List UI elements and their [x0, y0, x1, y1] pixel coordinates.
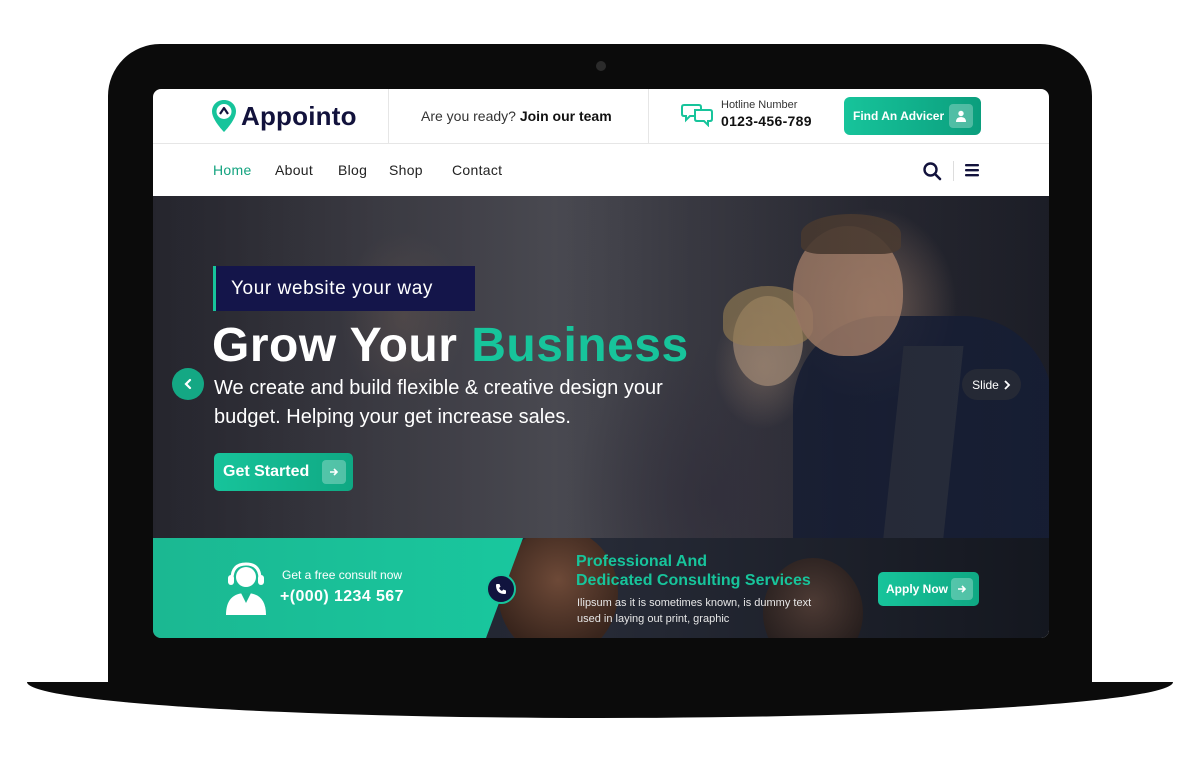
slider-next-button[interactable]: Slide: [962, 369, 1021, 400]
top-header: Appointo Are you ready? Join our team Ho…: [153, 89, 1049, 144]
header-divider: [648, 89, 649, 144]
consult-title-line1: Professional And: [576, 553, 707, 570]
laptop-base: [27, 682, 1173, 718]
get-started-label: Get Started: [223, 463, 310, 480]
find-advicer-button[interactable]: Find An Advicer: [844, 97, 981, 135]
join-prefix: Are you ready?: [421, 108, 516, 124]
nav-contact[interactable]: Contact: [452, 162, 502, 178]
slider-prev-button[interactable]: [172, 368, 204, 400]
phone-icon: [496, 584, 506, 594]
site-logo[interactable]: Appointo: [211, 99, 357, 133]
webcam: [596, 61, 606, 71]
consult-phone[interactable]: +(000) 1234 567: [280, 588, 404, 606]
join-team-link[interactable]: Join our team: [520, 108, 612, 124]
hero-tagline: Your website your way: [213, 266, 475, 311]
nav-about[interactable]: About: [275, 162, 313, 178]
header-divider: [388, 89, 389, 144]
nav-blog[interactable]: Blog: [338, 162, 367, 178]
chevron-right-icon: [1004, 379, 1011, 390]
logo-text: Appointo: [241, 100, 357, 131]
chevron-left-icon: [184, 378, 192, 390]
consult-title-line2: Dedicated Consulting Services: [576, 572, 811, 589]
hero-title: Grow Your Business: [212, 318, 689, 373]
nav-shop[interactable]: Shop: [389, 162, 423, 178]
hotline-block: Hotline Number 0123-456-789: [681, 99, 812, 129]
nav-separator: [953, 161, 954, 181]
chat-bubbles-icon: [681, 104, 713, 127]
hero-subtitle: We create and build flexible & creative …: [214, 377, 663, 428]
slide-label: Slide: [972, 377, 999, 392]
hero-slider: Your website your way Grow Your Business…: [153, 196, 1049, 538]
apply-now-label: Apply Now: [886, 582, 948, 596]
consult-title: Professional And Dedicated Consulting Se…: [576, 552, 811, 590]
consult-description: Ilipsum as it is sometimes known, is dum…: [577, 597, 812, 625]
nav-home[interactable]: Home: [213, 162, 252, 178]
hamburger-menu-icon[interactable]: [964, 162, 980, 178]
apply-now-button[interactable]: Apply Now: [878, 572, 979, 606]
support-agent-icon: [226, 562, 266, 615]
user-icon: [949, 104, 973, 128]
arrow-right-icon: [322, 460, 346, 484]
hotline-label: Hotline Number: [721, 99, 798, 111]
hero-title-main: Grow Your: [212, 319, 458, 372]
map-pin-logo-icon: [212, 100, 236, 132]
hero-title-accent: Business: [471, 319, 689, 372]
find-advicer-label: Find An Advicer: [853, 109, 945, 123]
join-team-text: Are you ready? Join our team: [421, 108, 612, 124]
search-icon[interactable]: [922, 161, 942, 181]
phone-call-button[interactable]: [486, 574, 516, 604]
website-screen: Appointo Are you ready? Join our team Ho…: [153, 89, 1049, 638]
arrow-right-icon: [951, 578, 973, 600]
get-started-button[interactable]: Get Started: [214, 453, 353, 491]
consult-banner: Get a free consult now +(000) 1234 567 P…: [153, 538, 1049, 638]
consult-label: Get a free consult now: [282, 568, 403, 582]
main-navigation: Home About Blog Shop Contact: [153, 145, 1049, 196]
hotline-phone[interactable]: 0123-456-789: [721, 113, 812, 129]
